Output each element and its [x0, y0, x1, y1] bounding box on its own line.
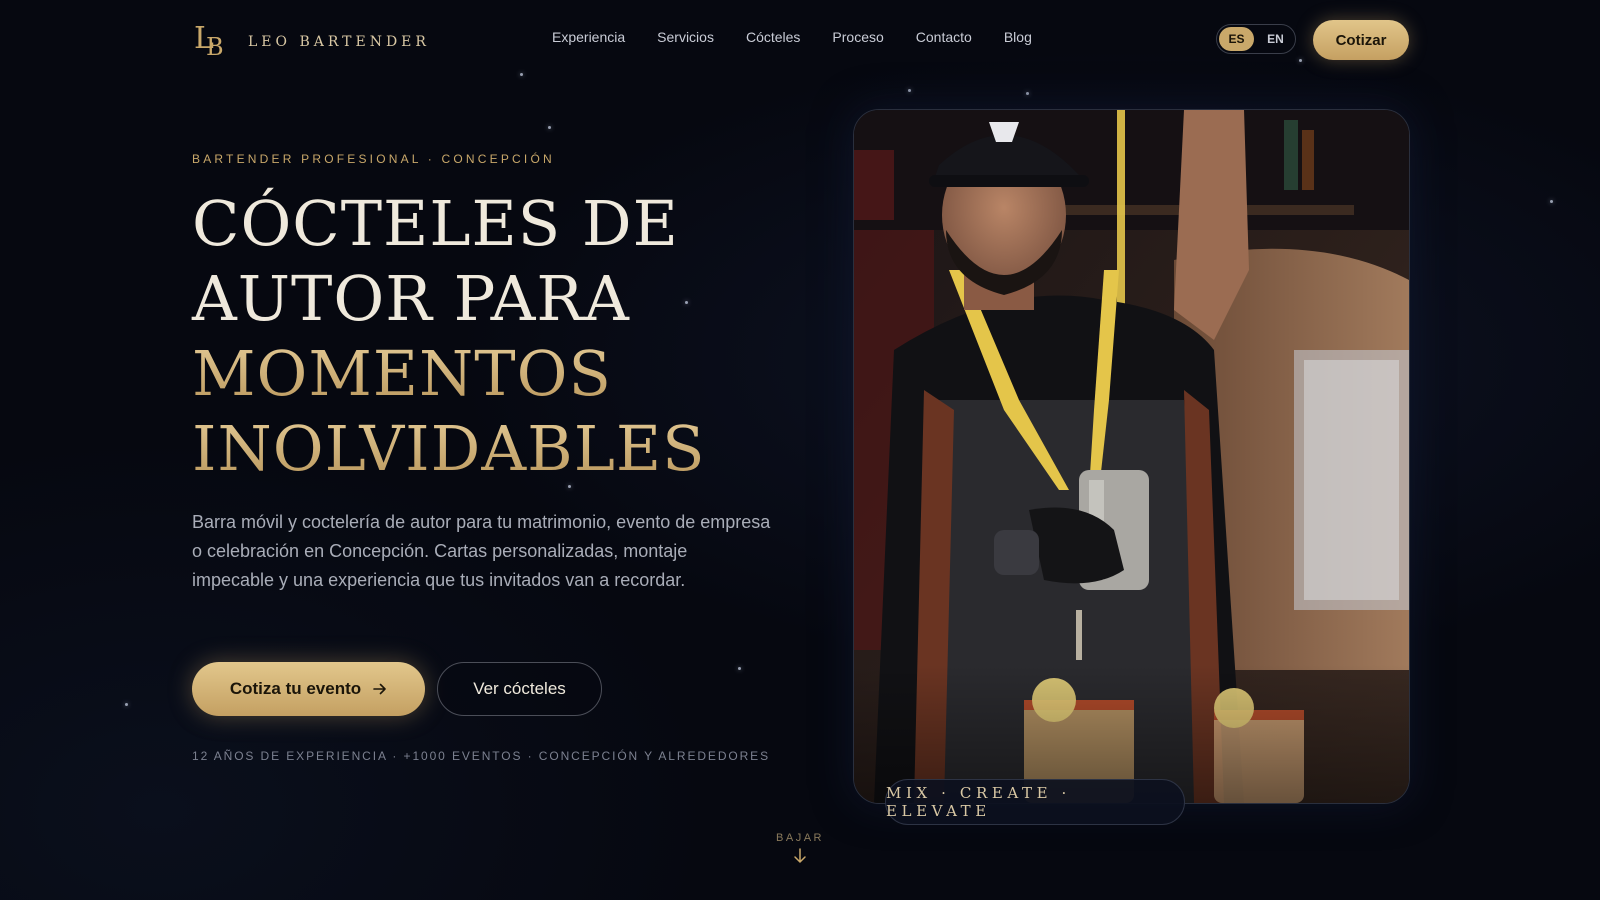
star	[1026, 92, 1029, 95]
bartender-photo	[853, 109, 1410, 804]
photo-tagline: MIX · CREATE · ELEVATE	[885, 779, 1185, 825]
view-cocktails-button[interactable]: Ver cócteles	[437, 662, 602, 716]
hero-stats: 12 AÑOS DE EXPERIENCIA · +1000 EVENTOS ·…	[192, 749, 770, 763]
star	[125, 703, 128, 706]
arrow-down-icon	[794, 848, 806, 863]
monogram-logo-icon: L B	[194, 24, 228, 62]
bartender-photo-illustration	[854, 110, 1409, 803]
site-header: L B LEO BARTENDER Experiencia Servicios …	[0, 0, 1600, 80]
scroll-down-label: BAJAR	[776, 832, 824, 844]
monogram-letter: B	[206, 33, 224, 61]
brand-logo[interactable]: L B LEO BARTENDER	[194, 24, 430, 62]
nav-item-blog[interactable]: Blog	[1004, 29, 1032, 45]
nav-item-experiencia[interactable]: Experiencia	[552, 29, 625, 45]
quote-event-label: Cotiza tu evento	[229, 679, 362, 698]
headline-line: AUTOR PARA	[192, 262, 630, 335]
hero-headline: CÓCTELES DE AUTOR PARA MOMENTOS INOLVIDA…	[192, 186, 812, 486]
nav-item-proceso[interactable]: Proceso	[832, 29, 883, 45]
language-switcher: ES EN	[1216, 24, 1296, 54]
star	[908, 89, 911, 92]
main-nav: Experiencia Servicios Cócteles Proceso C…	[552, 29, 1032, 45]
brand-name: LEO BARTENDER	[248, 34, 430, 50]
quote-event-button[interactable]: Cotiza tu evento	[192, 662, 425, 716]
nav-item-contacto[interactable]: Contacto	[916, 29, 972, 45]
nav-item-servicios[interactable]: Servicios	[657, 29, 714, 45]
star	[738, 667, 741, 670]
arrow-right-icon	[373, 683, 386, 695]
headline-gold-line: INOLVIDABLES	[192, 411, 812, 486]
hero-description: Barra móvil y coctelería de autor para t…	[192, 512, 771, 590]
star	[548, 126, 551, 129]
headline-gold-line: MOMENTOS	[192, 336, 812, 411]
scroll-down-link[interactable]: BAJAR	[760, 832, 840, 864]
star	[1550, 200, 1553, 203]
nav-item-cocteles[interactable]: Cócteles	[746, 29, 800, 45]
header-quote-button[interactable]: Cotizar	[1313, 20, 1409, 60]
headline-line: CÓCTELES DE	[192, 187, 679, 260]
language-option-es[interactable]: ES	[1219, 27, 1254, 51]
language-option-en[interactable]: EN	[1258, 27, 1293, 51]
hero-eyebrow: BARTENDER PROFESIONAL · CONCEPCIÓN	[192, 152, 555, 166]
